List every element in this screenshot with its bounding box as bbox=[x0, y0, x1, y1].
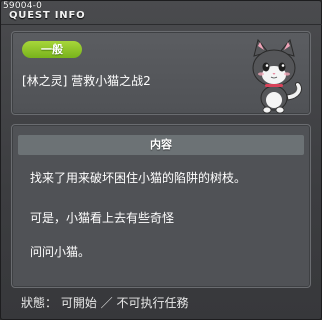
window-title: QUEST INFO bbox=[9, 10, 86, 21]
quest-status: 狀態： 可開始 ／ 不可执行任務 bbox=[21, 296, 189, 310]
content-line: 可是，小猫看上去有些奇怪 bbox=[30, 211, 175, 225]
quest-header-panel: 一般 [林之灵] 营救小猫之战2 bbox=[11, 31, 311, 115]
content-line: 找来了用来破坏困住小猫的陷阱的树枝。 bbox=[30, 171, 247, 185]
quest-info-window: 59004-0 QUEST INFO 一般 [林之灵] 营救小猫之战2 内容 找… bbox=[0, 0, 322, 320]
title-divider bbox=[1, 24, 322, 25]
quest-type-badge: 一般 bbox=[22, 41, 82, 58]
content-header: 内容 bbox=[18, 135, 304, 155]
content-line: 问问小猫。 bbox=[30, 245, 91, 259]
quest-name: [林之灵] 营救小猫之战2 bbox=[22, 74, 151, 88]
cat-npc-icon bbox=[252, 38, 302, 114]
quest-content-panel: 内容 找来了用来破坏困住小猫的陷阱的树枝。 可是，小猫看上去有些奇怪 问问小猫。 bbox=[11, 124, 311, 288]
